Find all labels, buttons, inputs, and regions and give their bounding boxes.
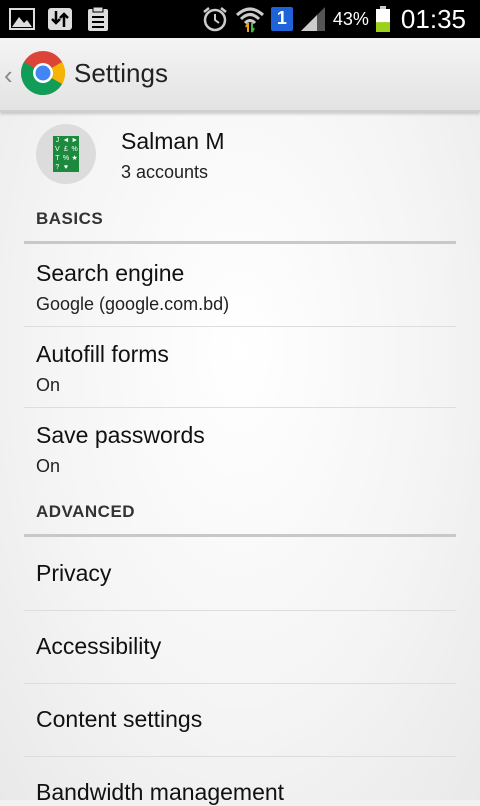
wifi-icon [235, 7, 264, 33]
settings-list: J ◄ ► V £% T% ★ ? ♥ Salman M 3 accounts BASIC… [0, 110, 480, 805]
status-bar: 1 43% 01:35 [0, 0, 480, 38]
battery-icon [375, 6, 390, 32]
pref-summary: On [36, 375, 61, 395]
section-header-basics: BASICS [24, 205, 456, 244]
pref-title: Bandwidth management [36, 779, 285, 805]
section-header-label: BASICS [36, 209, 104, 228]
clock: 01:35 [400, 3, 466, 34]
gallery-icon [9, 8, 35, 30]
alarm-icon [203, 7, 227, 32]
pref-title: Privacy [36, 560, 112, 586]
pref-title: Save passwords [36, 422, 205, 448]
pref-bandwidth-management[interactable]: Bandwidth management [24, 757, 456, 805]
status-bar-notifications [8, 5, 112, 33]
pref-title: Content settings [36, 706, 203, 732]
status-bar-system: 1 43% 01:35 [201, 4, 466, 34]
pref-privacy[interactable]: Privacy [24, 538, 456, 611]
sim-badge-icon: 1 [270, 7, 293, 31]
pref-search-engine[interactable]: Search engine Google (google.com.bd) [24, 246, 456, 327]
up-button[interactable]: ‹ [0, 38, 70, 110]
avatar-image: J ◄ ► V £% T% ★ ? ♥ [53, 136, 79, 172]
pref-title: Search engine [36, 260, 185, 286]
pref-title: Autofill forms [36, 341, 169, 367]
section-header-label: ADVANCED [36, 502, 136, 521]
clipboard-icon [88, 6, 108, 31]
pref-summary: On [36, 456, 61, 476]
sync-icon [48, 8, 72, 30]
pref-summary: Google (google.com.bd) [36, 294, 230, 314]
notification-badge-count: 1 [276, 8, 287, 28]
account-count: 3 accounts [121, 162, 209, 182]
chrome-logo-icon [21, 51, 65, 95]
pref-content-settings[interactable]: Content settings [24, 684, 456, 757]
signal-icon [300, 7, 325, 31]
page-title: Settings [74, 58, 168, 88]
back-chevron-icon: ‹ [4, 60, 13, 90]
account-item[interactable]: J ◄ ► V £% T% ★ ? ♥ Salman M 3 accounts [0, 110, 480, 198]
pref-save-passwords[interactable]: Save passwords On [24, 408, 456, 488]
section-header-advanced: ADVANCED [24, 498, 456, 537]
pref-title: Accessibility [36, 633, 162, 659]
account-name: Salman M [121, 128, 225, 154]
battery-percent: 43% [332, 8, 369, 29]
avatar: J ◄ ► V £% T% ★ ? ♥ [36, 124, 96, 184]
action-bar: ‹ Settings [0, 38, 480, 112]
pref-accessibility[interactable]: Accessibility [24, 611, 456, 684]
pref-autofill-forms[interactable]: Autofill forms On [24, 327, 456, 408]
